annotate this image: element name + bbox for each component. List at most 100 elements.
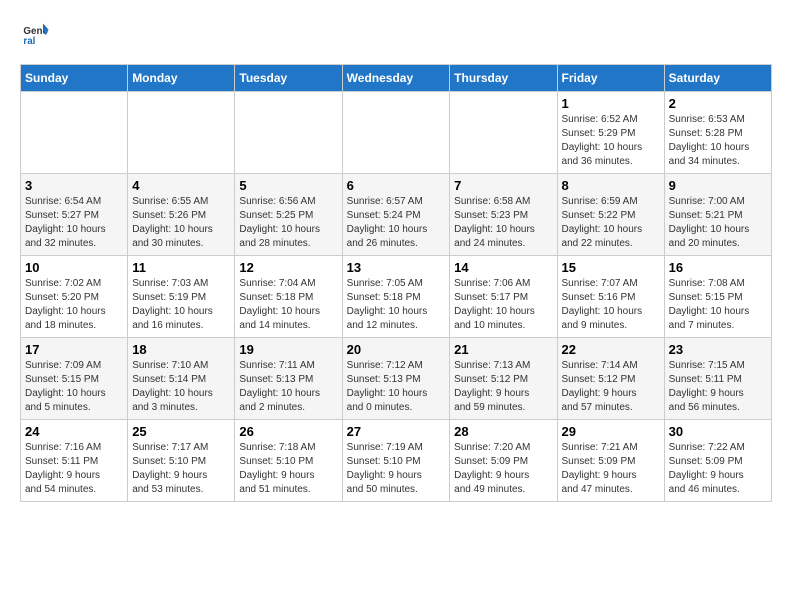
day-info: Sunrise: 7:05 AM Sunset: 5:18 PM Dayligh… — [347, 277, 446, 333]
calendar-cell: 18 Sunrise: 7:10 AM Sunset: 5:14 PM Dayli… — [128, 338, 235, 420]
day-number: 3 — [25, 178, 123, 193]
day-number: 25 — [132, 424, 230, 439]
day-info: Sunrise: 7:08 AM Sunset: 5:15 PM Dayligh… — [669, 277, 767, 333]
calendar-cell: 14 Sunrise: 7:06 AM Sunset: 5:17 PM Dayli… — [450, 256, 557, 338]
day-info: Sunrise: 6:52 AM Sunset: 5:29 PM Dayligh… — [562, 113, 660, 169]
calendar-cell: 8 Sunrise: 6:59 AM Sunset: 5:22 PM Daylig… — [557, 174, 664, 256]
day-info: Sunrise: 7:17 AM Sunset: 5:10 PM Dayligh… — [132, 441, 230, 497]
calendar-cell — [450, 92, 557, 174]
day-number: 27 — [347, 424, 446, 439]
calendar-header-monday: Monday — [128, 65, 235, 92]
calendar-cell — [21, 92, 128, 174]
calendar-header-tuesday: Tuesday — [235, 65, 342, 92]
day-info: Sunrise: 7:03 AM Sunset: 5:19 PM Dayligh… — [132, 277, 230, 333]
day-number: 24 — [25, 424, 123, 439]
day-number: 20 — [347, 342, 446, 357]
day-info: Sunrise: 7:22 AM Sunset: 5:09 PM Dayligh… — [669, 441, 767, 497]
calendar-cell — [128, 92, 235, 174]
day-number: 22 — [562, 342, 660, 357]
day-number: 9 — [669, 178, 767, 193]
calendar-cell: 25 Sunrise: 7:17 AM Sunset: 5:10 PM Dayli… — [128, 420, 235, 502]
day-info: Sunrise: 7:04 AM Sunset: 5:18 PM Dayligh… — [239, 277, 337, 333]
calendar-cell: 30 Sunrise: 7:22 AM Sunset: 5:09 PM Dayli… — [664, 420, 771, 502]
day-number: 23 — [669, 342, 767, 357]
day-number: 7 — [454, 178, 552, 193]
calendar-cell: 10 Sunrise: 7:02 AM Sunset: 5:20 PM Dayli… — [21, 256, 128, 338]
day-info: Sunrise: 6:56 AM Sunset: 5:25 PM Dayligh… — [239, 195, 337, 251]
calendar-cell: 2 Sunrise: 6:53 AM Sunset: 5:28 PM Daylig… — [664, 92, 771, 174]
calendar-cell: 3 Sunrise: 6:54 AM Sunset: 5:27 PM Daylig… — [21, 174, 128, 256]
page-header: Gene ral — [20, 20, 772, 48]
day-number: 28 — [454, 424, 552, 439]
calendar-cell: 26 Sunrise: 7:18 AM Sunset: 5:10 PM Dayli… — [235, 420, 342, 502]
day-info: Sunrise: 7:20 AM Sunset: 5:09 PM Dayligh… — [454, 441, 552, 497]
calendar-cell: 1 Sunrise: 6:52 AM Sunset: 5:29 PM Daylig… — [557, 92, 664, 174]
day-info: Sunrise: 7:15 AM Sunset: 5:11 PM Dayligh… — [669, 359, 767, 415]
calendar-cell: 6 Sunrise: 6:57 AM Sunset: 5:24 PM Daylig… — [342, 174, 450, 256]
calendar-header-row: SundayMondayTuesdayWednesdayThursdayFrid… — [21, 65, 772, 92]
day-number: 12 — [239, 260, 337, 275]
calendar-cell: 27 Sunrise: 7:19 AM Sunset: 5:10 PM Dayli… — [342, 420, 450, 502]
calendar-cell: 19 Sunrise: 7:11 AM Sunset: 5:13 PM Dayli… — [235, 338, 342, 420]
day-info: Sunrise: 7:21 AM Sunset: 5:09 PM Dayligh… — [562, 441, 660, 497]
day-number: 30 — [669, 424, 767, 439]
day-info: Sunrise: 7:14 AM Sunset: 5:12 PM Dayligh… — [562, 359, 660, 415]
day-number: 6 — [347, 178, 446, 193]
day-info: Sunrise: 6:57 AM Sunset: 5:24 PM Dayligh… — [347, 195, 446, 251]
calendar-cell: 13Sunrise: 7:05 AM Sunset: 5:18 PM Dayli… — [342, 256, 450, 338]
calendar-cell: 23 Sunrise: 7:15 AM Sunset: 5:11 PM Dayli… — [664, 338, 771, 420]
day-number: 1 — [562, 96, 660, 111]
day-info: Sunrise: 7:02 AM Sunset: 5:20 PM Dayligh… — [25, 277, 123, 333]
logo-icon: Gene ral — [22, 20, 50, 48]
calendar-cell: 11Sunrise: 7:03 AM Sunset: 5:19 PM Dayli… — [128, 256, 235, 338]
calendar-cell: 17 Sunrise: 7:09 AM Sunset: 5:15 PM Dayli… — [21, 338, 128, 420]
svg-text:ral: ral — [23, 36, 35, 47]
day-info: Sunrise: 7:00 AM Sunset: 5:21 PM Dayligh… — [669, 195, 767, 251]
calendar-header-saturday: Saturday — [664, 65, 771, 92]
calendar-header-sunday: Sunday — [21, 65, 128, 92]
day-number: 19 — [239, 342, 337, 357]
day-info: Sunrise: 6:54 AM Sunset: 5:27 PM Dayligh… — [25, 195, 123, 251]
calendar-week-4: 17 Sunrise: 7:09 AM Sunset: 5:15 PM Dayli… — [21, 338, 772, 420]
calendar-cell: 24Sunrise: 7:16 AM Sunset: 5:11 PM Dayli… — [21, 420, 128, 502]
calendar-cell — [235, 92, 342, 174]
calendar-cell — [342, 92, 450, 174]
day-info: Sunrise: 7:13 AM Sunset: 5:12 PM Dayligh… — [454, 359, 552, 415]
day-number: 14 — [454, 260, 552, 275]
day-info: Sunrise: 6:53 AM Sunset: 5:28 PM Dayligh… — [669, 113, 767, 169]
day-info: Sunrise: 7:07 AM Sunset: 5:16 PM Dayligh… — [562, 277, 660, 333]
calendar-cell: 16 Sunrise: 7:08 AM Sunset: 5:15 PM Dayli… — [664, 256, 771, 338]
day-info: Sunrise: 7:19 AM Sunset: 5:10 PM Dayligh… — [347, 441, 446, 497]
day-info: Sunrise: 7:10 AM Sunset: 5:14 PM Dayligh… — [132, 359, 230, 415]
day-info: Sunrise: 6:55 AM Sunset: 5:26 PM Dayligh… — [132, 195, 230, 251]
calendar-cell: 5 Sunrise: 6:56 AM Sunset: 5:25 PM Daylig… — [235, 174, 342, 256]
calendar-cell: 12 Sunrise: 7:04 AM Sunset: 5:18 PM Dayli… — [235, 256, 342, 338]
day-number: 4 — [132, 178, 230, 193]
calendar-header-friday: Friday — [557, 65, 664, 92]
calendar-week-2: 3 Sunrise: 6:54 AM Sunset: 5:27 PM Daylig… — [21, 174, 772, 256]
day-number: 10 — [25, 260, 123, 275]
calendar-header-thursday: Thursday — [450, 65, 557, 92]
calendar-table: SundayMondayTuesdayWednesdayThursdayFrid… — [20, 64, 772, 502]
calendar-cell: 4 Sunrise: 6:55 AM Sunset: 5:26 PM Daylig… — [128, 174, 235, 256]
day-number: 8 — [562, 178, 660, 193]
day-info: Sunrise: 6:59 AM Sunset: 5:22 PM Dayligh… — [562, 195, 660, 251]
calendar-week-1: 1 Sunrise: 6:52 AM Sunset: 5:29 PM Daylig… — [21, 92, 772, 174]
calendar-cell: 20 Sunrise: 7:12 AM Sunset: 5:13 PM Dayli… — [342, 338, 450, 420]
day-number: 17 — [25, 342, 123, 357]
day-info: Sunrise: 7:12 AM Sunset: 5:13 PM Dayligh… — [347, 359, 446, 415]
day-number: 16 — [669, 260, 767, 275]
day-info: Sunrise: 7:11 AM Sunset: 5:13 PM Dayligh… — [239, 359, 337, 415]
calendar-cell: 7 Sunrise: 6:58 AM Sunset: 5:23 PM Daylig… — [450, 174, 557, 256]
day-info: Sunrise: 7:18 AM Sunset: 5:10 PM Dayligh… — [239, 441, 337, 497]
day-number: 18 — [132, 342, 230, 357]
day-info: Sunrise: 7:09 AM Sunset: 5:15 PM Dayligh… — [25, 359, 123, 415]
day-info: Sunrise: 6:58 AM Sunset: 5:23 PM Dayligh… — [454, 195, 552, 251]
day-number: 21 — [454, 342, 552, 357]
day-number: 2 — [669, 96, 767, 111]
logo: Gene ral — [20, 20, 54, 48]
day-number: 5 — [239, 178, 337, 193]
calendar-cell: 29Sunrise: 7:21 AM Sunset: 5:09 PM Dayli… — [557, 420, 664, 502]
day-info: Sunrise: 7:06 AM Sunset: 5:17 PM Dayligh… — [454, 277, 552, 333]
day-number: 26 — [239, 424, 337, 439]
